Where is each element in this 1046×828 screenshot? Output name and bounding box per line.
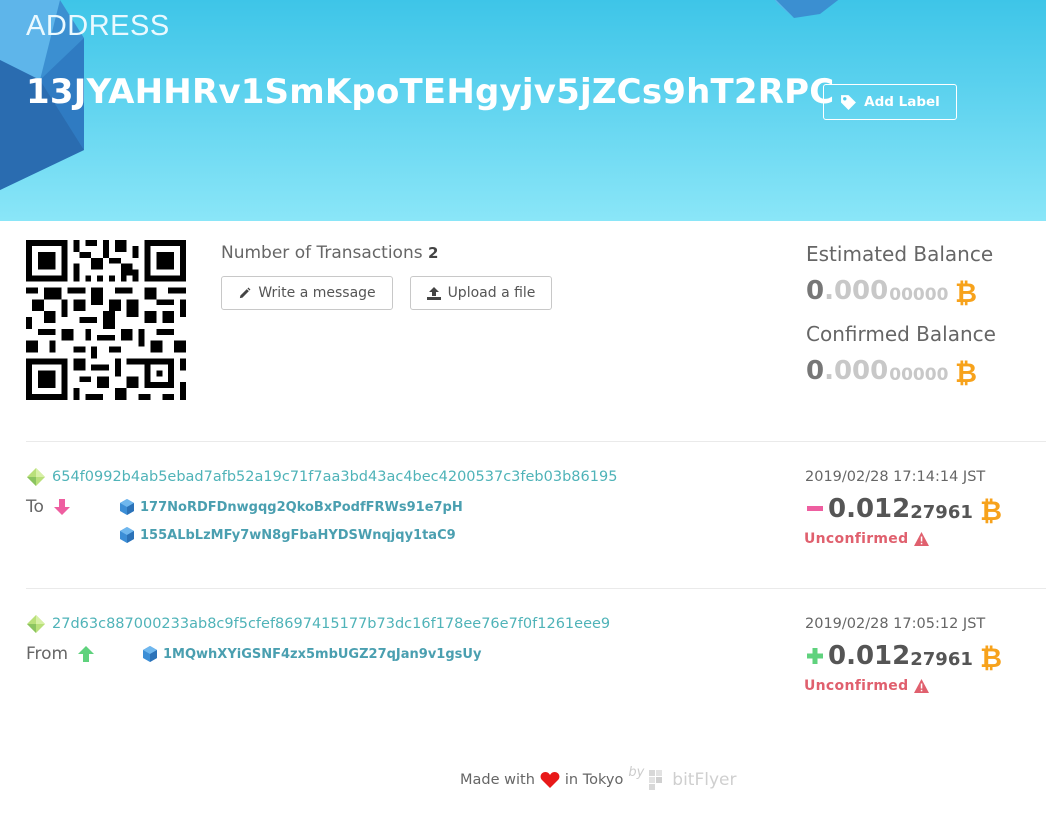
qr-code [26,240,186,400]
address-cube-icon [120,499,134,515]
add-label-text: Add Label [864,94,940,110]
upload-file-label: Upload a file [447,285,536,301]
transaction-hash: 654f0992b4ab5ebad7afb52a19c71f7aa3bd43ac… [52,469,618,485]
confirmed-balance-value: 0 .000 00000 ₿ [806,356,976,386]
status-badge: Unconfirmed [804,531,930,547]
transaction-count-value: 2 [428,244,439,262]
address-cube-icon [143,646,157,662]
transaction-diamond-icon [27,468,45,486]
confirmed-balance-minor-decimals: 00000 [889,365,949,385]
arrow-down-icon [53,499,70,515]
estimated-balance-int: 0 [806,276,825,306]
upload-icon [426,286,441,300]
bitcoin-icon: ₿ [981,496,1001,524]
transaction-count-label: Number of Transactions [221,243,423,263]
status-badge: Unconfirmed [804,678,930,694]
brand-name: bitFlyer [672,770,737,790]
divider [26,441,1046,442]
amount-major: 0.012 [828,494,911,524]
plus-icon [805,648,825,664]
bitcoin-icon: ₿ [981,643,1001,671]
transaction-amount: 0.012 27961 ₿ [805,641,1001,671]
heart-icon [540,772,560,788]
arrow-up-icon [78,646,95,662]
estimated-balance-minor-decimals: 00000 [889,285,949,305]
transaction-count: Number of Transactions 2 [221,243,438,263]
amount-major: 0.012 [828,641,911,671]
write-message-label: Write a message [258,285,376,301]
transaction-hash-link[interactable]: 27d63c887000233ab8c9f5cfef8697415177b73d… [26,614,610,634]
confirmed-balance-int: 0 [806,356,825,386]
bitcoin-address: 13JYAHHRv1SmKpoTEHgyjv5jZCs9hT2RPC [26,72,835,112]
footer-by: by [628,764,645,780]
svg-text:₿: ₿ [956,358,976,386]
bitflyer-logo[interactable]: bitFlyer [649,770,737,790]
address-text: 1MQwhXYiGSNF4zx5mbUGZ27qJan9v1gsUy [163,646,482,662]
address-text: 177NoRDFDnwgqg2QkoBxPodfFRWs91e7pH [140,499,463,515]
status-text: Unconfirmed [804,678,909,694]
page-label: ADDRESS [26,10,170,42]
transaction-time: 2019/02/28 17:05:12 JST [805,616,986,632]
footer: Made with in Tokyo by bitFlyer [460,765,737,790]
transaction-time: 2019/02/28 17:14:14 JST [805,469,986,485]
bitcoin-icon: ₿ [956,278,976,306]
transaction-diamond-icon [27,615,45,633]
transaction-direction: From [26,644,96,664]
tag-icon [841,94,857,110]
confirmed-balance-decimals: .000 [824,356,889,386]
transaction-hash-link[interactable]: 654f0992b4ab5ebad7afb52a19c71f7aa3bd43ac… [26,467,617,487]
direction-label: To [26,497,44,517]
address-text: 155ALbLzMFy7wN8gFbaHYDSWnqjqy1taC9 [140,527,456,543]
svg-text:₿: ₿ [981,643,1001,671]
polygon-decoration [774,0,839,18]
amount-minor: 27961 [910,502,973,523]
address-header: ADDRESS 13JYAHHRv1SmKpoTEHgyjv5jZCs9hT2R… [0,0,1046,221]
upload-file-button[interactable]: Upload a file [410,276,552,310]
bitcoin-icon: ₿ [956,358,976,386]
svg-text:₿: ₿ [956,278,976,306]
transaction-address-link[interactable]: 155ALbLzMFy7wN8gFbaHYDSWnqjqy1taC9 [119,527,456,543]
divider [26,588,1046,589]
footer-made-with: Made with [460,772,535,788]
transaction-address-link[interactable]: 1MQwhXYiGSNF4zx5mbUGZ27qJan9v1gsUy [142,646,481,662]
pencil-icon [240,287,251,298]
minus-icon [805,506,825,512]
warning-icon [914,532,930,546]
estimated-balance-title: Estimated Balance [806,242,994,266]
write-message-button[interactable]: Write a message [221,276,393,310]
estimated-balance-decimals: .000 [824,276,889,306]
transaction-address-link[interactable]: 177NoRDFDnwgqg2QkoBxPodfFRWs91e7pH [119,499,463,515]
transaction-hash: 27d63c887000233ab8c9f5cfef8697415177b73d… [52,616,611,632]
add-label-button[interactable]: Add Label [823,84,957,120]
svg-text:₿: ₿ [981,496,1001,524]
confirmed-balance-title: Confirmed Balance [806,322,996,346]
estimated-balance-value: 0 .000 00000 ₿ [806,276,976,306]
direction-label: From [26,644,69,664]
footer-in-tokyo: in Tokyo [564,772,624,788]
transaction-amount: 0.012 27961 ₿ [805,494,1001,524]
transaction-direction: To [26,497,72,517]
warning-icon [914,679,930,693]
amount-minor: 27961 [910,649,973,670]
status-text: Unconfirmed [804,531,909,547]
address-cube-icon [120,527,134,543]
